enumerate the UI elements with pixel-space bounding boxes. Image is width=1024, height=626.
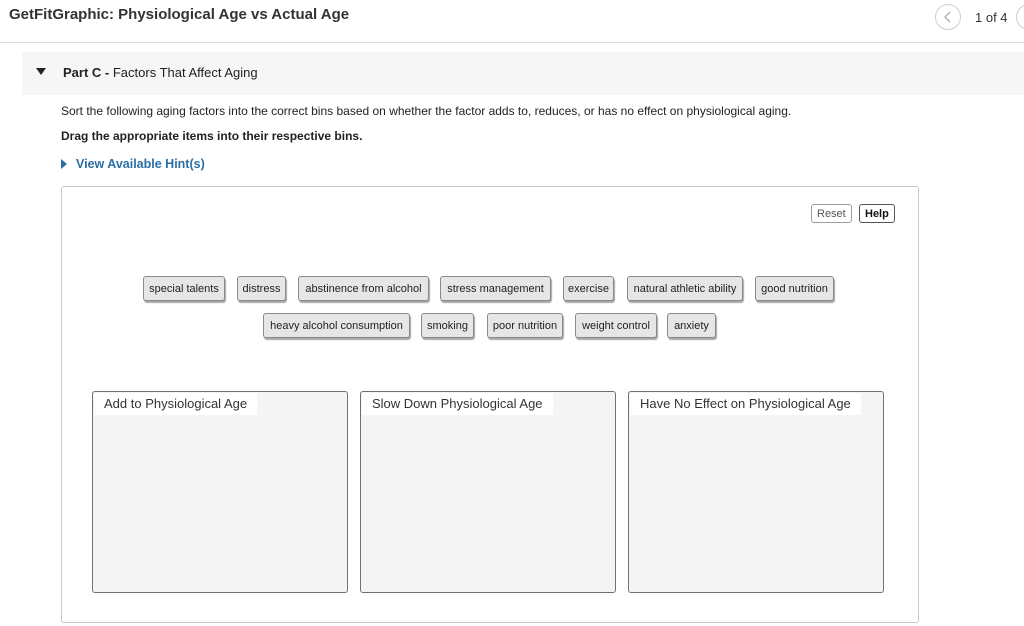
drag-item-smoking[interactable]: smoking bbox=[421, 313, 474, 338]
next-item-button[interactable] bbox=[1016, 4, 1024, 30]
caret-down-icon bbox=[36, 68, 46, 75]
drag-item-natural-athletic-ability[interactable]: natural athletic ability bbox=[627, 276, 743, 301]
instructions-bold-text: Drag the appropriate items into their re… bbox=[61, 129, 363, 143]
bin-label: Slow Down Physiological Age bbox=[362, 393, 553, 415]
part-header[interactable]: Part C - Factors That Affect Aging bbox=[22, 52, 1024, 95]
chevron-left-icon bbox=[943, 11, 951, 23]
help-button[interactable]: Help bbox=[859, 204, 895, 223]
instructions-text: Sort the following aging factors into th… bbox=[61, 104, 792, 118]
drag-drop-workspace: Reset Help special talents distress abst… bbox=[61, 186, 919, 623]
drag-item-special-talents[interactable]: special talents bbox=[143, 276, 225, 301]
page-title: GetFitGraphic: Physiological Age vs Actu… bbox=[9, 6, 350, 23]
drag-item-anxiety[interactable]: anxiety bbox=[667, 313, 716, 338]
reset-button[interactable]: Reset bbox=[811, 204, 852, 223]
bin-no-effect-on-physiological-age[interactable]: Have No Effect on Physiological Age bbox=[628, 391, 884, 593]
drag-item-stress-management[interactable]: stress management bbox=[440, 276, 551, 301]
view-hints-label: View Available Hint(s) bbox=[76, 157, 205, 171]
top-bar: GetFitGraphic: Physiological Age vs Actu… bbox=[0, 0, 1024, 43]
part-title: Part C - Factors That Affect Aging bbox=[63, 65, 258, 80]
drag-item-heavy-alcohol-consumption[interactable]: heavy alcohol consumption bbox=[263, 313, 410, 338]
view-hints-link[interactable]: View Available Hint(s) bbox=[61, 157, 205, 171]
bin-slow-down-physiological-age[interactable]: Slow Down Physiological Age bbox=[360, 391, 616, 593]
drag-item-distress[interactable]: distress bbox=[237, 276, 286, 301]
bin-label: Add to Physiological Age bbox=[94, 393, 258, 415]
drag-item-weight-control[interactable]: weight control bbox=[575, 313, 657, 338]
bin-label: Have No Effect on Physiological Age bbox=[630, 393, 861, 415]
previous-item-button[interactable] bbox=[935, 4, 961, 30]
bin-add-to-physiological-age[interactable]: Add to Physiological Age bbox=[92, 391, 348, 593]
drag-item-abstinence-from-alcohol[interactable]: abstinence from alcohol bbox=[298, 276, 429, 301]
part-name: Factors That Affect Aging bbox=[112, 65, 258, 80]
item-counter: 1 of 4 bbox=[975, 10, 1008, 25]
drag-item-poor-nutrition[interactable]: poor nutrition bbox=[487, 313, 563, 338]
caret-right-icon bbox=[61, 159, 67, 169]
drag-item-exercise[interactable]: exercise bbox=[563, 276, 614, 301]
drag-item-good-nutrition[interactable]: good nutrition bbox=[755, 276, 834, 301]
part-label: Part C - bbox=[63, 65, 110, 80]
